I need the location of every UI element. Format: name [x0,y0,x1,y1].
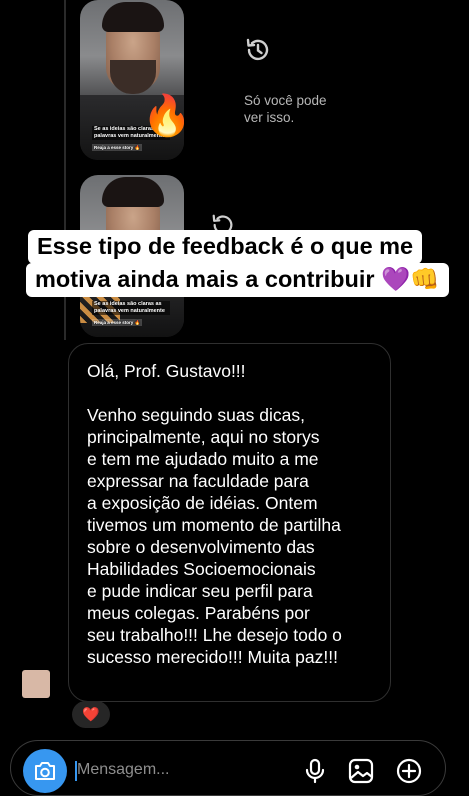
story-hair [102,2,164,32]
story-reply-thumbnail[interactable]: Se as ideias são claras as palavras vem … [80,0,184,160]
history-icon [246,38,269,61]
sender-avatar[interactable] [22,670,50,698]
caption-line-2: motiva ainda mais a contribuir 💜👊 [26,263,449,297]
fire-emoji: 🔥 [142,94,184,138]
expired-story-notice: Só você pode ver isso. [244,36,354,126]
story-caption: Se as ideias são claras as palavras vem … [92,301,170,327]
caption-line-1: Esse tipo de feedback é o que me [28,230,423,264]
story-beard [110,60,156,94]
message-input[interactable] [77,761,267,779]
message-bubble[interactable]: Olá, Prof. Gustavo!!! Venho seguindo sua… [68,343,391,702]
camera-icon [35,762,55,780]
expired-story-text: Só você pode ver isso. [244,93,327,125]
story-hair [102,177,164,207]
heart-reaction[interactable]: ❤️ [72,701,110,728]
message-text: Olá, Prof. Gustavo!!! Venho seguindo sua… [87,361,342,667]
heart-icon: ❤️ [82,706,100,722]
message-composer [10,740,446,796]
caption-banner: Esse tipo de feedback é o que me motiva … [26,230,456,297]
gallery-icon[interactable] [347,757,375,785]
microphone-icon[interactable] [301,757,329,785]
plus-circle-icon[interactable] [395,757,423,785]
camera-button[interactable] [23,749,67,793]
